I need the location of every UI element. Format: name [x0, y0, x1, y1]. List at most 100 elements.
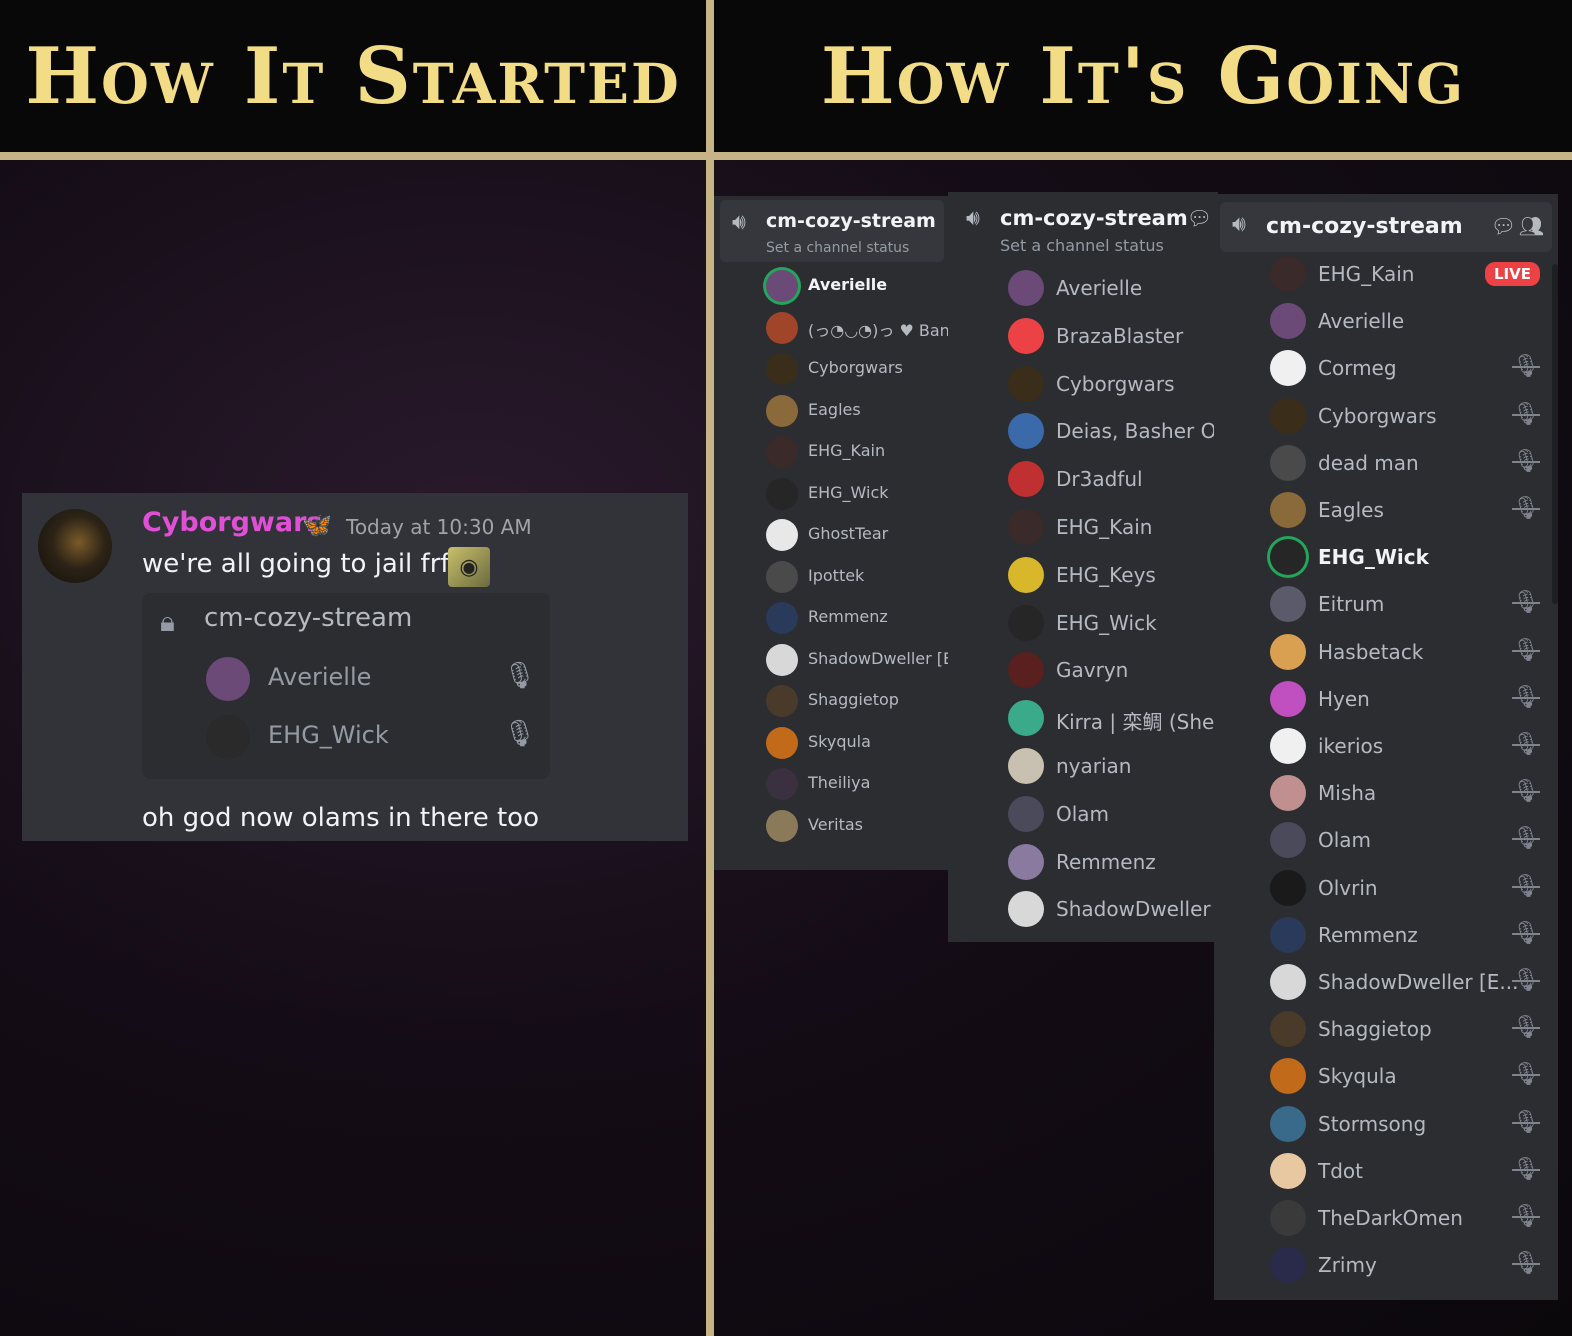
channel-status[interactable]: Set a channel status — [766, 240, 909, 256]
add-member-icon[interactable]: 👥︎ — [1519, 214, 1544, 238]
channel-name[interactable]: cm-cozy-stream — [766, 210, 936, 232]
voice-member[interactable]: Skyqula 🎙︎ — [1270, 1058, 1540, 1098]
member-name: EHG_Keys — [1056, 562, 1156, 587]
voice-member[interactable]: Cyborgwars — [1008, 365, 1218, 406]
avatar — [1270, 256, 1306, 292]
avatar — [1270, 916, 1306, 953]
member-name: Cyborgwars — [808, 358, 903, 377]
message-author[interactable]: Cyborgwars — [142, 507, 322, 538]
avatar — [766, 560, 798, 593]
member-name: Skyqula — [1318, 1064, 1397, 1089]
member-name: Cyborgwars — [1318, 403, 1437, 428]
voice-member[interactable]: Eagles 🎙︎ — [1270, 492, 1540, 532]
member-name: Zrimy — [1318, 1253, 1377, 1278]
voice-member[interactable]: EHG_Kain — [766, 436, 950, 472]
voice-member[interactable]: (っ◔◡◔)っ ♥ Ban — [766, 311, 950, 348]
voice-member[interactable]: ShadowDweller [E... 🎙︎ — [1270, 964, 1540, 1004]
voice-member[interactable]: Misha 🎙︎ — [1270, 775, 1540, 815]
avatar — [1008, 795, 1044, 832]
member-name: EHG_Kain — [1056, 515, 1153, 539]
chat-bubble-icon[interactable]: 💬︎ — [1187, 206, 1212, 230]
voice-member[interactable]: nyarian — [1008, 748, 1218, 788]
voice-member[interactable]: Gavryn — [1008, 652, 1218, 692]
voice-member[interactable]: Dr3adful — [1008, 461, 1218, 501]
avatar — [766, 353, 798, 385]
right-header: How It's Going — [714, 0, 1572, 152]
voice-member[interactable]: dead man 🎙︎ — [1270, 444, 1540, 485]
voice-member[interactable]: Averielle — [766, 270, 950, 306]
avatar[interactable] — [38, 509, 112, 583]
voice-member[interactable]: Remmenz — [1008, 843, 1218, 884]
member-name: Averielle — [808, 275, 888, 294]
voice-member[interactable]: ikerios 🎙︎ — [1270, 728, 1540, 768]
avatar — [766, 685, 798, 717]
voice-member[interactable]: Stormsong 🎙︎ — [1270, 1105, 1540, 1146]
avatar — [1270, 1105, 1306, 1142]
member-name: Shaggietop — [1318, 1017, 1432, 1042]
voice-member[interactable]: Remmenz — [766, 602, 950, 638]
voice-member[interactable]: Eagles — [766, 394, 950, 431]
voice-member[interactable]: Deias, Basher Of E — [1008, 413, 1218, 453]
avatar — [1270, 1058, 1306, 1095]
voice-member[interactable]: Shaggietop 🎙︎ — [1270, 1011, 1540, 1051]
channel-header[interactable]: 🔊︎ cm-cozy-stream Set a channel status — [720, 200, 944, 262]
voice-member[interactable]: EHG_Kain — [1008, 509, 1218, 549]
voice-member[interactable]: Averielle — [1008, 270, 1218, 310]
voice-member[interactable]: Eitrum 🎙︎ — [1270, 586, 1540, 626]
chat-bubble-icon[interactable]: 💬︎ — [1491, 214, 1516, 238]
voice-member[interactable]: EHG_Kain LIVE — [1270, 256, 1540, 296]
voice-member[interactable]: Zrimy 🎙︎ — [1270, 1247, 1540, 1287]
channel-name[interactable]: cm-cozy-stream — [1000, 206, 1188, 230]
voice-member[interactable]: EHG_Keys — [1008, 556, 1218, 597]
voice-member[interactable]: Kirra | 栾鲷 (She/I — [1008, 700, 1218, 740]
embed-channel-name[interactable]: cm-cozy-stream — [204, 603, 412, 633]
avatar — [766, 768, 798, 800]
channel-header[interactable]: 🔊︎ cm-cozy-stream Set a channel status 💬… — [954, 196, 1212, 258]
avatar — [1270, 1247, 1306, 1284]
voice-member[interactable]: EHG_Wick — [766, 477, 950, 514]
mic-muted-icon: 🎙︎ — [1512, 826, 1540, 852]
voice-member[interactable]: EHG_Wick — [1008, 604, 1218, 645]
voice-member[interactable]: Cyborgwars 🎙︎ — [1270, 397, 1540, 438]
chat-message: Cyborgwars 🦋 Today at 10:30 AM we're all… — [22, 493, 688, 841]
horizontal-divider — [0, 152, 1572, 160]
member-name: Eagles — [808, 399, 861, 419]
voice-member[interactable]: Olam — [1008, 795, 1218, 836]
avatar — [1270, 869, 1306, 906]
voice-member[interactable]: TheDarkOmen 🎙︎ — [1270, 1200, 1540, 1240]
voice-channel-embed[interactable]: 🔒︎ cm-cozy-stream Averielle 🎙︎ EHG_Wick … — [142, 593, 550, 779]
member-name: ShadowDweller [E... — [1318, 970, 1519, 994]
channel-name[interactable]: cm-cozy-stream — [1266, 214, 1463, 239]
voice-member[interactable]: Olvrin 🎙︎ — [1270, 869, 1540, 910]
voice-member[interactable]: BrazaBlaster — [1008, 317, 1218, 358]
voice-member[interactable]: Remmenz 🎙︎ — [1270, 916, 1540, 957]
voice-member[interactable]: Tdot 🎙︎ — [1270, 1152, 1540, 1193]
voice-member[interactable]: Hasbetack 🎙︎ — [1270, 633, 1540, 674]
voice-member[interactable]: Cormeg 🎙︎ — [1270, 350, 1540, 390]
voice-member[interactable]: GhostTear — [766, 519, 950, 555]
voice-member[interactable]: Skyqula — [766, 726, 950, 763]
voice-member[interactable]: Averielle — [1270, 303, 1540, 343]
voice-member[interactable]: Ipottek — [766, 560, 950, 597]
mic-muted-icon: 🎙︎ — [1512, 354, 1540, 380]
voice-member[interactable]: Theiliya — [766, 768, 950, 804]
voice-member[interactable]: Cyborgwars — [766, 353, 950, 389]
voice-member[interactable]: Olam 🎙︎ — [1270, 822, 1540, 862]
voice-member[interactable]: ShadowDweller [E — [766, 643, 950, 680]
channel-header[interactable]: 🔊︎ cm-cozy-stream 💬︎ 👥︎ — [1220, 202, 1552, 252]
live-badge[interactable]: LIVE — [1485, 262, 1540, 286]
embed-member[interactable]: Averielle 🎙︎ — [206, 655, 536, 701]
avatar — [1270, 444, 1306, 481]
avatar — [206, 715, 250, 759]
voice-member[interactable]: Shaggietop — [766, 685, 950, 721]
voice-member[interactable]: Hyen 🎙︎ — [1270, 680, 1540, 721]
voice-member[interactable]: ShadowDweller [E — [1008, 891, 1218, 931]
member-name: Eitrum — [1318, 592, 1385, 617]
mic-muted-icon: 🎙︎ — [1512, 590, 1540, 616]
voice-member[interactable]: EHG_Wick — [1270, 539, 1540, 579]
embed-member[interactable]: EHG_Wick 🎙︎ — [206, 713, 536, 759]
scrollbar[interactable] — [1552, 264, 1558, 604]
voice-member[interactable]: Veritas — [766, 809, 950, 846]
channel-status[interactable]: Set a channel status — [1000, 236, 1164, 255]
member-name: EHG_Wick — [1318, 545, 1429, 570]
